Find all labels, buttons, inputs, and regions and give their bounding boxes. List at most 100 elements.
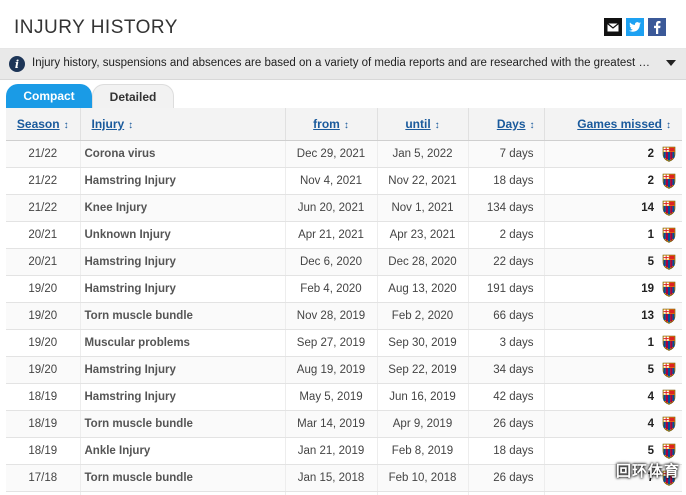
club-crest-icon[interactable]	[662, 308, 676, 324]
games-missed-count: 4	[647, 391, 654, 403]
club-crest-icon[interactable]	[662, 173, 676, 189]
cell-games-missed: 20	[544, 491, 682, 495]
club-crest-icon[interactable]	[662, 389, 676, 405]
cell-days: 26 days	[468, 464, 545, 492]
table-row: 18/19 Hamstring Injury May 5, 2019 Jun 16, …	[6, 383, 682, 411]
column-header-days[interactable]: Days ↕	[468, 108, 545, 141]
games-missed-count: 1	[647, 337, 654, 349]
cell-season: 20/21	[6, 221, 81, 249]
club-crest-icon[interactable]	[662, 281, 676, 297]
page-header: INJURY HISTORY	[0, 0, 686, 49]
tab-detailed[interactable]: Detailed	[92, 84, 174, 108]
cell-until: Jun 16, 2019	[377, 383, 469, 411]
cell-season: 20/21	[6, 248, 81, 276]
cell-season: 21/22	[6, 140, 81, 168]
cell-until: Apr 9, 2019	[377, 410, 469, 438]
club-crest-icon[interactable]	[662, 416, 676, 432]
club-crest-icon[interactable]	[662, 362, 676, 378]
cell-games-missed: 5	[544, 356, 682, 384]
cell-from: Dec 29, 2021	[285, 140, 378, 168]
cell-from: Sep 17, 2017	[285, 491, 378, 495]
cell-days: 106 days	[468, 491, 545, 495]
cell-injury: Ankle Injury	[80, 437, 286, 465]
twitter-share-button[interactable]	[626, 18, 644, 36]
cell-injury: Torn muscle bundle	[80, 302, 286, 330]
cell-days: 191 days	[468, 275, 545, 303]
injury-table-body: 21/22 Corona virus Dec 29, 2021 Jan 5, 2022…	[6, 140, 682, 495]
cell-from: Aug 19, 2019	[285, 356, 378, 384]
email-share-button[interactable]	[604, 18, 622, 36]
cell-from: Nov 28, 2019	[285, 302, 378, 330]
cell-games-missed: 14	[544, 194, 682, 222]
cell-from: Feb 4, 2020	[285, 275, 378, 303]
cell-season: 18/19	[6, 383, 81, 411]
cell-from: Nov 4, 2021	[285, 167, 378, 195]
cell-season: 18/19	[6, 437, 81, 465]
games-missed-count: 13	[641, 310, 654, 322]
cell-season: 17/18	[6, 464, 81, 492]
cell-injury: Hamstring Injury	[80, 275, 286, 303]
table-row: 17/18Hamstring InjurySep 17, 2017Jan 1, …	[6, 491, 682, 495]
twitter-icon	[629, 22, 641, 32]
column-header-from[interactable]: from ↕	[285, 108, 378, 141]
cell-injury: Hamstring Injury	[80, 356, 286, 384]
cell-season: 21/22	[6, 167, 81, 195]
cell-games-missed: 5	[544, 248, 682, 276]
cell-games-missed: 13	[544, 302, 682, 330]
cell-games-missed: 2	[544, 140, 682, 168]
cell-injury: Muscular problems	[80, 329, 286, 357]
cell-until: Dec 28, 2020	[377, 248, 469, 276]
facebook-share-button[interactable]	[648, 18, 666, 36]
cell-days: 66 days	[468, 302, 545, 330]
club-crest-icon[interactable]	[662, 146, 676, 162]
column-header-until[interactable]: until ↕	[377, 108, 469, 141]
facebook-icon	[654, 20, 661, 34]
games-missed-count: 2	[647, 148, 654, 160]
tab-compact[interactable]: Compact	[6, 84, 92, 108]
table-row: 21/22 Knee Injury Jun 20, 2021 Nov 1, 2021 1…	[6, 194, 682, 222]
games-missed-count: 5	[647, 445, 654, 457]
cell-until: Feb 10, 2018	[377, 464, 469, 492]
cell-from: May 5, 2019	[285, 383, 378, 411]
cell-games-missed: 4	[544, 383, 682, 411]
cell-days: 42 days	[468, 383, 545, 411]
cell-days: 3 days	[468, 329, 545, 357]
cell-injury: Torn muscle bundle	[80, 410, 286, 438]
cell-from: Sep 27, 2019	[285, 329, 378, 357]
cell-injury: Hamstring Injury	[80, 248, 286, 276]
club-crest-icon[interactable]	[662, 227, 676, 243]
expand-caret-icon[interactable]	[666, 60, 676, 66]
social-share-buttons	[604, 18, 666, 36]
table-row: 18/19 Ankle Injury Jan 21, 2019 Feb 8, 2019…	[6, 437, 682, 465]
club-crest-icon[interactable]	[662, 254, 676, 270]
cell-days: 18 days	[468, 437, 545, 465]
cell-injury: Hamstring Injury	[80, 491, 286, 495]
column-header-games-missed[interactable]: Games missed ↕	[544, 108, 682, 141]
table-row: 19/20 Torn muscle bundle Nov 28, 2019 Feb 2…	[6, 302, 682, 330]
injury-table: Season ↕ Injury ↕ from ↕ until ↕ Days ↕ Games…	[6, 108, 682, 495]
cell-season: 19/20	[6, 356, 81, 384]
games-missed-count: 1	[647, 229, 654, 241]
cell-from: Dec 6, 2020	[285, 248, 378, 276]
page-title: INJURY HISTORY	[14, 17, 178, 38]
cell-season: 17/18	[6, 491, 81, 495]
info-text: Injury history, suspensions and absences…	[32, 57, 654, 69]
column-header-season[interactable]: Season ↕	[6, 108, 81, 141]
club-crest-icon[interactable]	[662, 335, 676, 351]
column-header-injury[interactable]: Injury ↕	[80, 108, 286, 141]
cell-season: 21/22	[6, 194, 81, 222]
table-header-row: Season ↕ Injury ↕ from ↕ until ↕ Days ↕ Games…	[6, 108, 682, 141]
sort-icon: ↕	[128, 120, 134, 131]
cell-days: 22 days	[468, 248, 545, 276]
cell-games-missed: 4	[544, 410, 682, 438]
info-bar[interactable]: i Injury history, suspensions and absenc…	[0, 49, 686, 80]
table-row: 19/20 Muscular problems Sep 27, 2019 Sep 30…	[6, 329, 682, 357]
table-row: 19/20 Hamstring Injury Aug 19, 2019 Sep 22,…	[6, 356, 682, 384]
table-row: 20/21 Unknown Injury Apr 21, 2021 Apr 23, 2…	[6, 221, 682, 249]
cell-season: 18/19	[6, 410, 81, 438]
club-crest-icon[interactable]	[662, 200, 676, 216]
email-icon	[607, 22, 619, 31]
games-missed-count: 2	[647, 175, 654, 187]
cell-days: 18 days	[468, 167, 545, 195]
club-crest-icon[interactable]	[662, 443, 676, 459]
